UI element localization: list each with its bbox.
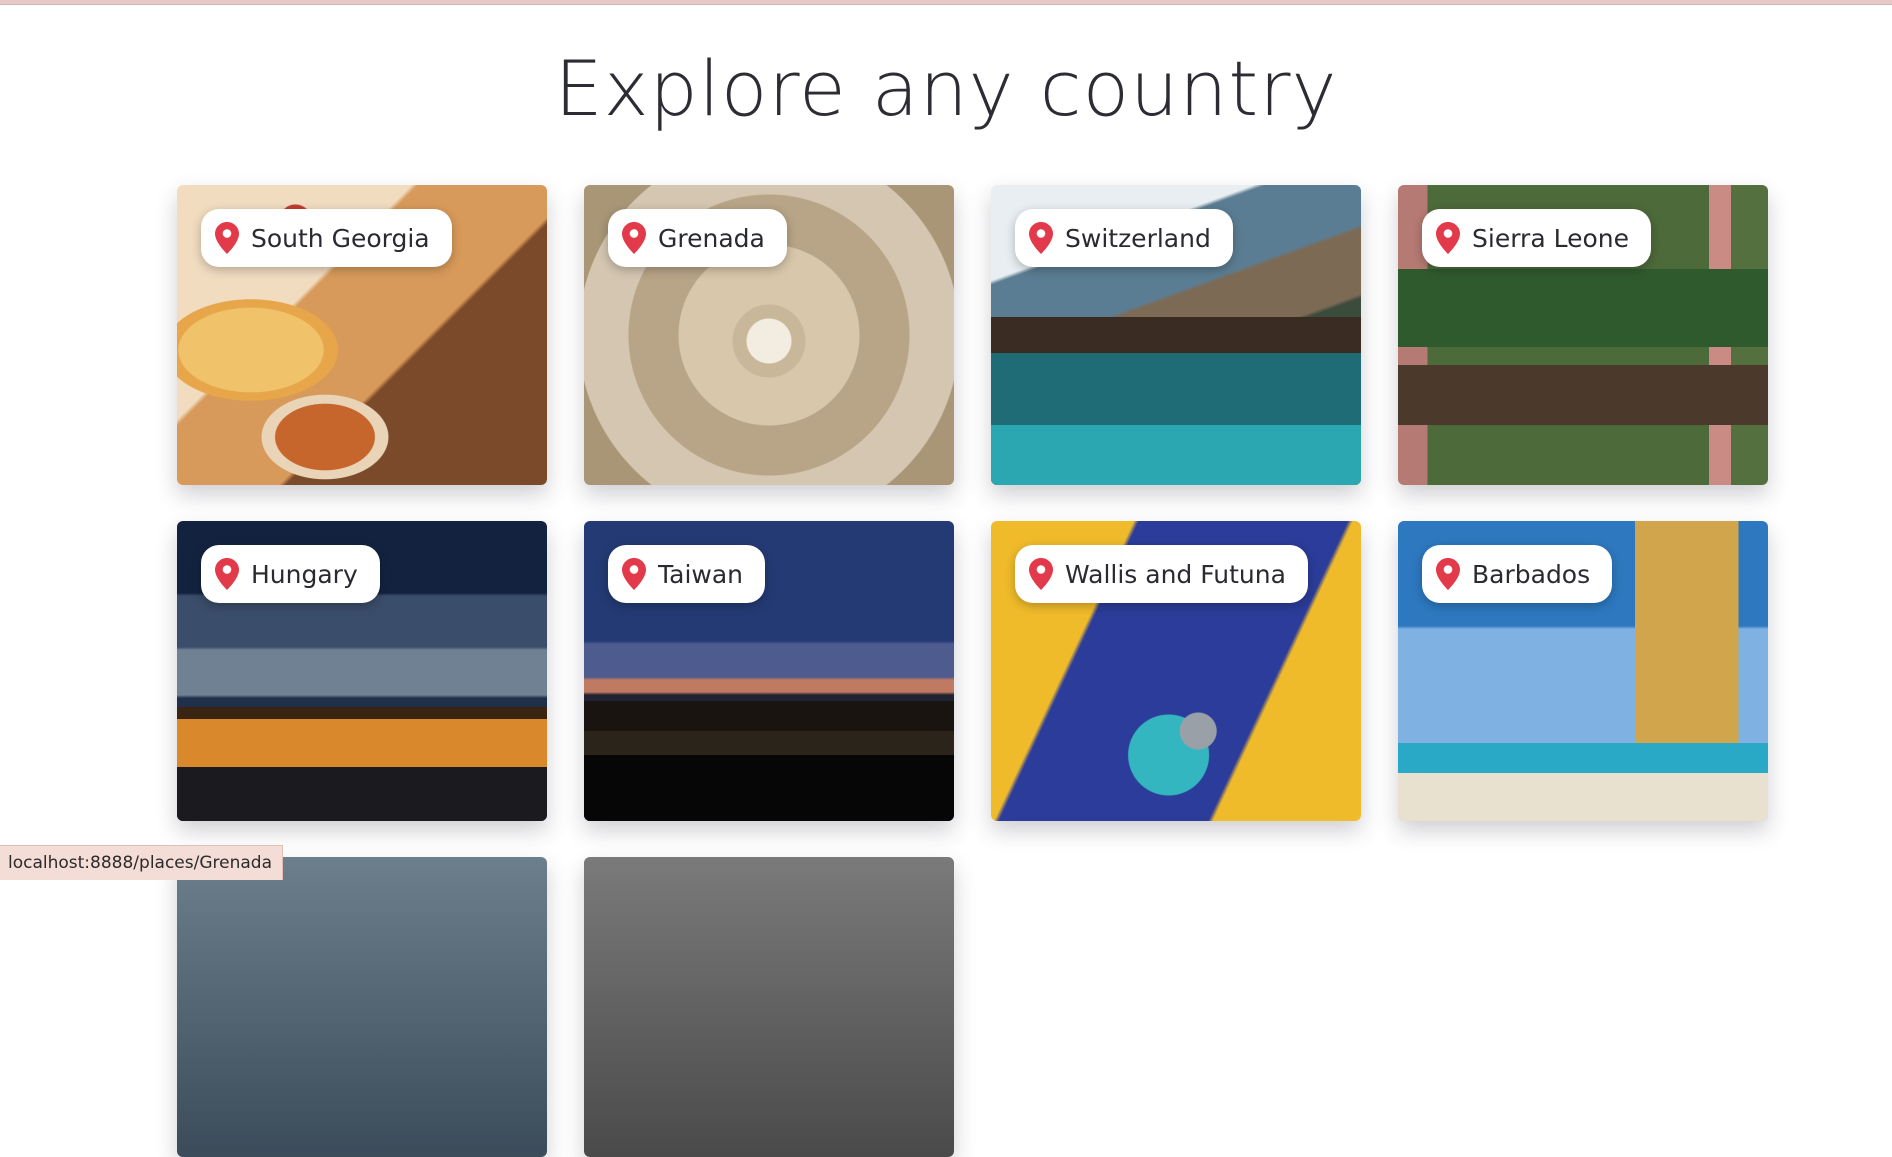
country-card-south-georgia[interactable]: South Georgia	[177, 185, 547, 485]
map-pin-icon	[215, 222, 239, 254]
country-label: Barbados	[1422, 545, 1612, 603]
map-pin-icon	[1029, 222, 1053, 254]
country-name: Sierra Leone	[1472, 224, 1629, 253]
country-name: Switzerland	[1065, 224, 1211, 253]
country-card-partial[interactable]	[177, 857, 547, 1157]
country-label: Grenada	[608, 209, 787, 267]
country-label: Sierra Leone	[1422, 209, 1651, 267]
country-card-switzerland[interactable]: Switzerland	[991, 185, 1361, 485]
country-grid: South Georgia Grenada Switzerland	[177, 185, 1768, 1157]
card-image	[584, 857, 954, 1157]
country-label: Wallis and Futuna	[1015, 545, 1308, 603]
country-name: South Georgia	[251, 224, 430, 253]
map-pin-icon	[622, 222, 646, 254]
country-label: Hungary	[201, 545, 380, 603]
country-label: South Georgia	[201, 209, 452, 267]
country-name: Wallis and Futuna	[1065, 560, 1286, 589]
map-pin-icon	[1029, 558, 1053, 590]
country-label: Switzerland	[1015, 209, 1233, 267]
browser-status-bar: localhost:8888/places/Grenada	[0, 845, 283, 880]
country-card-sierra-leone[interactable]: Sierra Leone	[1398, 185, 1768, 485]
country-card-grenada[interactable]: Grenada	[584, 185, 954, 485]
country-name: Barbados	[1472, 560, 1590, 589]
map-pin-icon	[215, 558, 239, 590]
country-card-barbados[interactable]: Barbados	[1398, 521, 1768, 821]
country-name: Taiwan	[658, 560, 743, 589]
card-image	[177, 857, 547, 1157]
map-pin-icon	[1436, 558, 1460, 590]
country-card-partial[interactable]	[584, 857, 954, 1157]
country-card-taiwan[interactable]: Taiwan	[584, 521, 954, 821]
country-name: Hungary	[251, 560, 358, 589]
page-title: Explore any country	[0, 44, 1892, 133]
country-label: Taiwan	[608, 545, 765, 603]
country-name: Grenada	[658, 224, 765, 253]
browser-top-border	[0, 0, 1892, 5]
country-card-wallis-and-futuna[interactable]: Wallis and Futuna	[991, 521, 1361, 821]
map-pin-icon	[622, 558, 646, 590]
country-card-hungary[interactable]: Hungary	[177, 521, 547, 821]
map-pin-icon	[1436, 222, 1460, 254]
